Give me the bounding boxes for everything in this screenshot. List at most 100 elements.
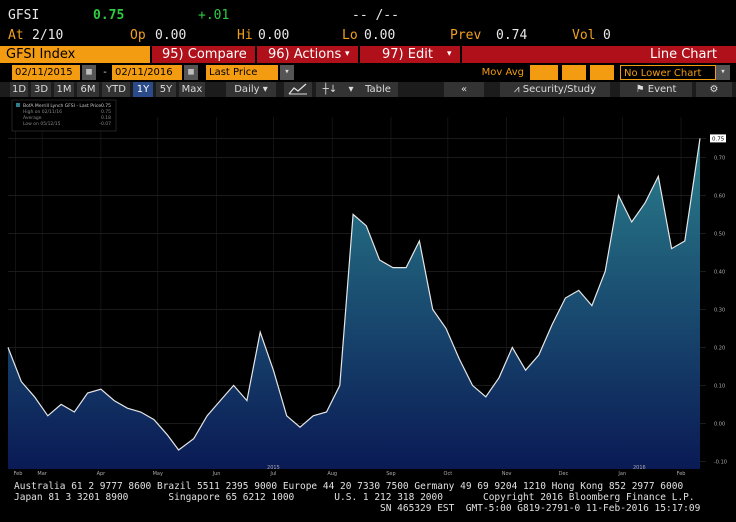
period-1m[interactable]: 1M <box>54 82 74 97</box>
period-6m[interactable]: 6M <box>77 82 99 97</box>
date-dash: - <box>102 67 109 78</box>
y-tick-label: 0.70 <box>714 155 725 161</box>
at-value: 2/10 <box>32 28 64 43</box>
prev-value: 0.74 <box>496 28 528 43</box>
edit-button[interactable]: 97) Edit <box>382 46 433 63</box>
x-tick-label: May <box>153 471 163 477</box>
y-tick-label: 0.40 <box>714 269 725 275</box>
x-tick-label: Jul <box>269 471 276 477</box>
x-tick-label: Mar <box>37 471 47 477</box>
legend-avg-label: Average <box>23 115 42 121</box>
field-select[interactable]: Last Price <box>206 65 278 80</box>
footer-contacts: Australia 61 2 9777 8600 Brazil 5511 239… <box>14 481 684 492</box>
period-5y[interactable]: 5Y <box>156 82 176 97</box>
y-tick-label: 0.20 <box>714 345 725 351</box>
frequency-select[interactable]: Daily ▾ <box>226 82 276 97</box>
x-tick-label: Jan <box>617 471 626 477</box>
legend-title: BofA Merrill Lynch GFSI - Last Price <box>23 103 101 109</box>
calendar-icon[interactable]: ▦ <box>82 65 96 80</box>
gear-icon[interactable]: ⚙ <box>696 82 732 97</box>
table-button[interactable]: Table <box>358 82 398 97</box>
footer-contacts-2: Japan 81 3 3201 8900 Singapore 65 6212 1… <box>14 492 695 503</box>
actions-button[interactable]: 96) Actions <box>268 46 341 63</box>
collapse-icon[interactable]: « <box>444 82 484 97</box>
x-tick-label: Dec <box>559 471 569 477</box>
period-toolbar: 1D 3D 1M 6M YTD 1Y 5Y Max Daily ▾ ┼↓ ▾ Table « … <box>0 82 736 97</box>
legend: BofA Merrill Lynch GFSI - Last Price 0.7… <box>11 99 117 132</box>
legend-swatch <box>16 103 20 107</box>
change-value: +.01 <box>198 8 230 23</box>
mov-avg-label: Mov Avg <box>458 65 530 80</box>
line-tool-icon[interactable] <box>284 82 312 97</box>
security-study-button[interactable]: ⩘ Security/Study <box>500 82 610 97</box>
security-name: GFSI Index <box>6 47 76 62</box>
security-box[interactable]: GFSI Index <box>0 46 150 63</box>
period-1d[interactable]: 1D <box>10 82 28 97</box>
stats-line: At 2/10 Op 0.00 Hi 0.00 Lo 0.00 Prev 0.7… <box>0 28 736 44</box>
x-year-label: 2015 <box>267 465 280 471</box>
study-icon: ⩘ <box>513 84 523 95</box>
compare-button[interactable]: 95) Compare <box>162 46 247 63</box>
x-tick-label: Sep <box>386 471 395 477</box>
x-tick-label: Nov <box>502 471 512 477</box>
legend-high-value: 0.75 <box>101 109 111 115</box>
separator <box>150 46 152 63</box>
separator <box>255 46 257 63</box>
command-bar: GFSI Index 95) Compare 96) Actions ▾ 97)… <box>0 46 736 63</box>
start-date-field[interactable]: 02/11/2015 <box>12 65 80 80</box>
y-tick-label: -0.10 <box>714 459 727 465</box>
period-ytd[interactable]: YTD <box>102 82 130 97</box>
period-3d[interactable]: 3D <box>31 82 51 97</box>
low-label: Lo <box>342 28 358 43</box>
flag-icon: ⚑ <box>635 84 648 95</box>
chevron-down-icon[interactable]: ▾ <box>280 65 294 80</box>
date-range-row: 02/11/2015 ▦ - 02/11/2016 ▦ Last Price ▾… <box>0 65 736 81</box>
y-tick-label: 0.10 <box>714 383 725 389</box>
crosshair-icon[interactable]: ┼↓ <box>316 82 344 97</box>
x-tick-label: Apr <box>97 471 107 477</box>
x-year-label: 2016 <box>633 465 646 471</box>
last-price: 0.75 <box>93 8 125 23</box>
x-tick-label: Feb <box>14 471 23 477</box>
footer: Australia 61 2 9777 8600 Brazil 5511 239… <box>0 480 736 522</box>
separator <box>460 46 462 63</box>
x-tick-label: Aug <box>327 471 337 477</box>
legend-high-label: High on 02/11/16 <box>23 109 62 115</box>
chevron-down-icon: ▾ <box>447 49 452 59</box>
y-tick-label: 0.60 <box>714 193 725 199</box>
legend-title-value: 0.75 <box>101 103 111 109</box>
end-date-field[interactable]: 02/11/2016 <box>112 65 182 80</box>
price-chart[interactable]: 0.75 0.70 0.60 0.50 0.40 0.30 0.20 0.10 0.00 -0.1… <box>0 97 736 480</box>
calendar-icon[interactable]: ▦ <box>184 65 198 80</box>
last-value-label: 0.75 <box>712 136 725 142</box>
prev-label: Prev <box>450 28 482 43</box>
y-tick-label: 0.00 <box>714 421 725 427</box>
separator <box>358 46 360 63</box>
open-label: Op <box>130 28 146 43</box>
y-tick-label: 0.50 <box>714 231 725 237</box>
mov-avg-field-1[interactable] <box>530 65 558 80</box>
chart-type-label[interactable]: Line Chart <box>650 46 717 63</box>
high-label: Hi <box>237 28 253 43</box>
at-label: At <box>8 28 24 43</box>
period-1y[interactable]: 1Y <box>133 82 153 97</box>
volume-label: Vol <box>572 28 596 43</box>
legend-avg-value: 0.18 <box>101 115 111 121</box>
ticker: GFSI <box>8 8 40 23</box>
open-value: 0.00 <box>155 28 187 43</box>
chevron-down-icon[interactable]: ▾ <box>344 82 358 97</box>
legend-low-label: Low on 05/12/15 <box>23 121 61 127</box>
high-value: 0.00 <box>258 28 290 43</box>
low-value: 0.00 <box>364 28 396 43</box>
chevron-down-icon[interactable]: ▾ <box>716 65 730 80</box>
mov-avg-field-3[interactable] <box>590 65 614 80</box>
lower-chart-select[interactable]: No Lower Chart <box>620 65 716 80</box>
mov-avg-field-2[interactable] <box>562 65 586 80</box>
x-tick-label: Feb <box>677 471 686 477</box>
legend-low-value: -0.07 <box>99 121 111 127</box>
event-button[interactable]: ⚑ Event <box>620 82 692 97</box>
footer-session: SN 465329 EST GMT-5:00 G819-2791-0 11-Fe… <box>380 503 701 514</box>
quote-line: GFSI 0.75 +.01 -- /-- <box>0 8 736 24</box>
y-tick-label: 0.30 <box>714 307 725 313</box>
period-max[interactable]: Max <box>179 82 205 97</box>
